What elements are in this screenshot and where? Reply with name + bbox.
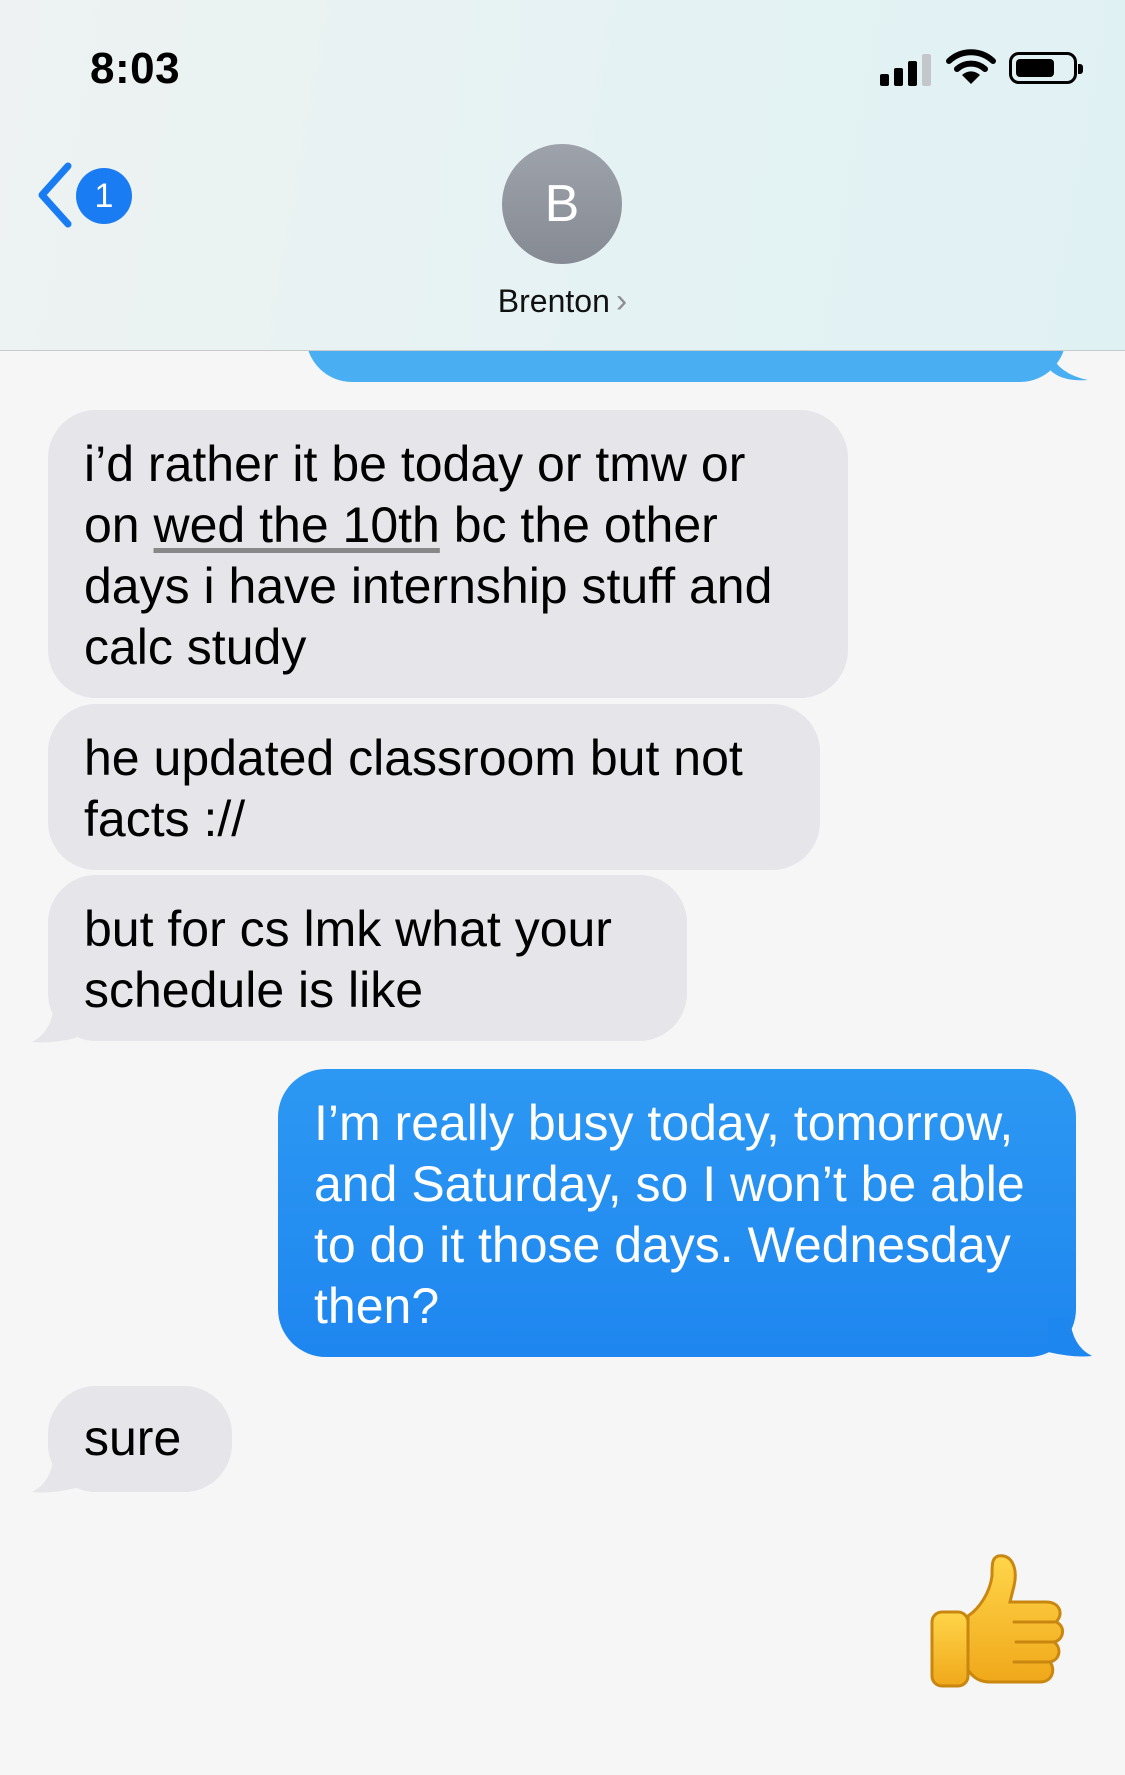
chevron-right-icon: ›: [615, 282, 628, 320]
outgoing-message[interactable]: I’m really busy today, tomorrow, and Sat…: [278, 1069, 1076, 1357]
message-text: I’m really busy today, tomorrow, and Sat…: [314, 1095, 1025, 1334]
bubble-tail: [32, 1454, 76, 1493]
incoming-message[interactable]: he updated classroom but not facts ://: [48, 704, 820, 870]
conversation-header: 8:03 1 B Brenton ›: [0, 0, 1125, 351]
incoming-message[interactable]: but for cs lmk what your schedule is lik…: [48, 875, 687, 1041]
unread-count-badge: 1: [76, 168, 132, 224]
back-button[interactable]: 1: [36, 160, 146, 230]
chevron-left-icon: [38, 162, 72, 228]
wifi-icon: [946, 49, 996, 84]
battery-icon: [1009, 52, 1083, 84]
status-time: 8:03: [90, 44, 181, 93]
message-text: he updated classroom but not facts ://: [84, 730, 743, 847]
message-text: sure: [84, 1410, 182, 1466]
bubble-tail: [1050, 352, 1088, 381]
thumbs-up-emoji[interactable]: [928, 1552, 1074, 1698]
message-text: but for cs lmk what your schedule is lik…: [84, 901, 612, 1018]
contact-avatar[interactable]: B: [502, 144, 622, 264]
contact-name-button[interactable]: Brenton ›: [0, 282, 1125, 321]
bubble-tail: [32, 1004, 76, 1043]
bubble-tail: [1048, 1318, 1092, 1357]
date-link[interactable]: wed the 10th: [154, 497, 440, 553]
cellular-signal-icon: [880, 52, 934, 86]
contact-name: Brenton: [497, 283, 610, 319]
incoming-message[interactable]: i’d rather it be today or tmw or on wed …: [48, 410, 848, 698]
